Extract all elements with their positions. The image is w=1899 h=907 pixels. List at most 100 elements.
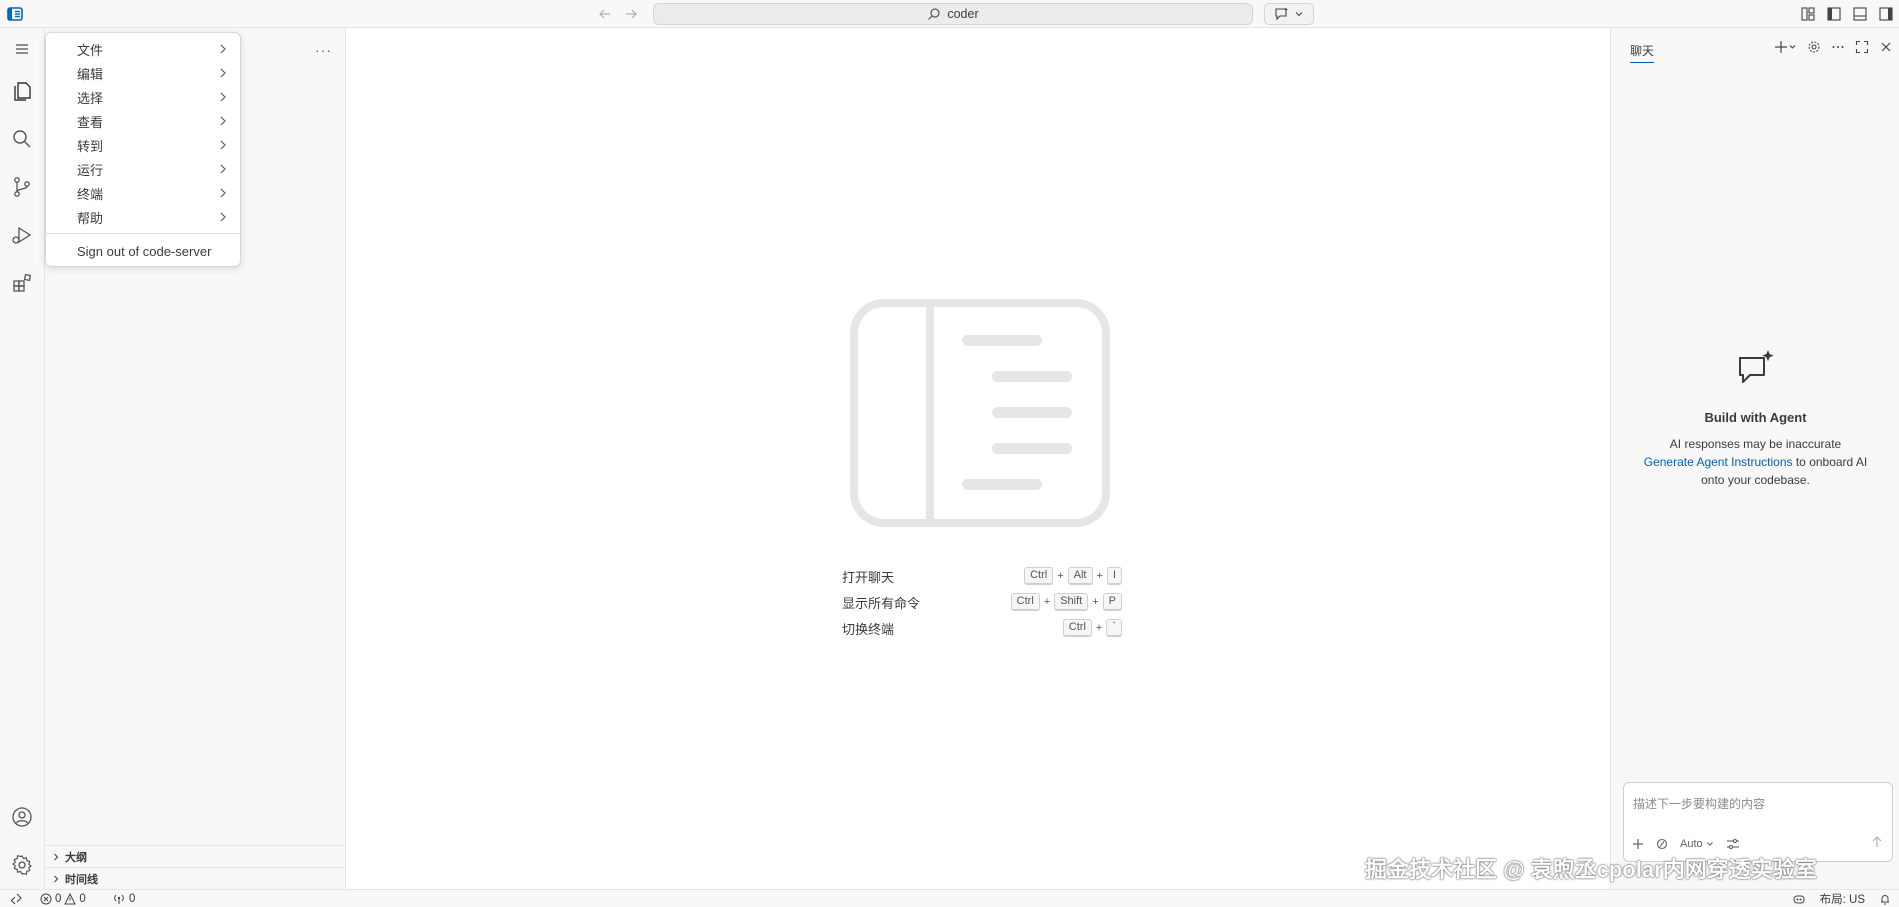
chat-toggle-button[interactable]: [1264, 3, 1314, 25]
chevron-right-icon: [218, 187, 228, 199]
maximize-icon[interactable]: [1855, 40, 1869, 54]
new-chat-icon[interactable]: [1775, 40, 1797, 54]
section-timeline[interactable]: 时间线: [45, 867, 346, 889]
chat-input-box[interactable]: 描述下一步要构建的内容 Auto: [1623, 782, 1893, 862]
editor-watermark-logo-icon: [850, 299, 1110, 527]
activity-bar: [0, 28, 45, 889]
kbd-plus: +: [1092, 596, 1099, 608]
menu-item-label: 选择: [77, 90, 104, 106]
chat-empty-line-rest: to onboard AI: [1792, 455, 1868, 469]
command-center-text: coder: [947, 7, 979, 21]
chevron-right-icon: [51, 874, 61, 884]
status-problems[interactable]: 0 0: [40, 890, 86, 907]
more-icon[interactable]: [1831, 40, 1845, 54]
account-icon[interactable]: [9, 804, 35, 830]
explorer-icon[interactable]: [9, 78, 35, 104]
chat-empty-title: Build with Agent: [1704, 410, 1807, 425]
chevron-right-icon: [218, 211, 228, 223]
configure-icon[interactable]: [1726, 838, 1740, 850]
search-icon: [927, 7, 941, 21]
chevron-right-icon: [218, 43, 228, 55]
shortcut-open-chat[interactable]: 打开聊天 Ctrl + Alt + I: [842, 563, 1122, 589]
add-context-icon[interactable]: [1632, 838, 1644, 850]
remote-icon[interactable]: [6, 891, 26, 907]
chat-icon: [1274, 6, 1290, 22]
settings-icon[interactable]: [9, 852, 35, 878]
kbd-key: Ctrl: [1010, 593, 1040, 611]
secondary-sidebar-toggle-icon[interactable]: [1877, 5, 1895, 23]
menu-item-label: Sign out of code-server: [77, 243, 212, 259]
section-outline[interactable]: 大纲: [45, 845, 346, 867]
menu-item-go[interactable]: 转到: [46, 133, 242, 157]
menu-item-terminal[interactable]: 终端: [46, 181, 242, 205]
shortcut-show-commands[interactable]: 显示所有命令 Ctrl + Shift + P: [842, 589, 1122, 615]
copilot-icon[interactable]: [1792, 893, 1806, 905]
command-center-search[interactable]: coder: [653, 3, 1253, 25]
shortcut-keys: Ctrl + `: [1062, 619, 1122, 637]
layout-controls: [1799, 5, 1895, 23]
shortcut-label: 显示所有命令: [842, 595, 921, 611]
warning-icon: [64, 893, 77, 905]
chat-actions: [1775, 40, 1893, 54]
mode-picker[interactable]: Auto: [1680, 838, 1714, 850]
status-right: 布局: US: [1792, 890, 1891, 907]
layout-icon[interactable]: [1799, 5, 1817, 23]
panel-toggle-icon[interactable]: [1851, 5, 1869, 23]
shortcut-label: 切换终端: [842, 621, 895, 637]
app-logo-icon[interactable]: [6, 5, 24, 23]
chat-empty-line: AI responses may be inaccurate: [1669, 437, 1842, 451]
close-icon[interactable]: [1879, 40, 1893, 54]
menu-item-selection[interactable]: 选择: [46, 85, 242, 109]
menu-icon[interactable]: [9, 36, 35, 62]
source-control-icon[interactable]: [9, 174, 35, 200]
chat-input-placeholder: 描述下一步要构建的内容: [1633, 797, 1766, 811]
tools-icon[interactable]: [1656, 838, 1668, 850]
gear-icon[interactable]: [1807, 40, 1821, 54]
run-debug-icon[interactable]: [9, 222, 35, 248]
kbd-key: Shift: [1054, 593, 1089, 611]
error-icon: [40, 893, 52, 905]
extensions-icon[interactable]: [9, 270, 35, 296]
shortcut-keys: Ctrl + Shift + P: [1010, 593, 1122, 611]
editor-area: 打开聊天 Ctrl + Alt + I 显示所有命令 Ctrl + Shift …: [346, 28, 1610, 889]
status-ports[interactable]: 0: [112, 890, 135, 907]
arrow-right-icon[interactable]: [622, 5, 640, 23]
sidebar-toggle-icon[interactable]: [1825, 5, 1843, 23]
menu-item-file[interactable]: 文件: [46, 37, 242, 61]
shortcut-toggle-terminal[interactable]: 切换终端 Ctrl + `: [842, 615, 1122, 641]
chat-input-toolbar: Auto: [1632, 835, 1884, 853]
search-icon[interactable]: [9, 126, 35, 152]
chat-empty-line: Generate Agent Instructions to onboard A…: [1611, 453, 1899, 471]
tab-chat[interactable]: 聊天: [1630, 42, 1655, 63]
arrow-left-icon[interactable]: [596, 5, 614, 23]
menu-item-edit[interactable]: 编辑: [46, 61, 242, 85]
chat-panel: 聊天 Build with Agent AI responses may be …: [1610, 28, 1899, 889]
bell-icon[interactable]: [1879, 893, 1891, 905]
more-actions-icon[interactable]: ···: [315, 42, 332, 58]
chevron-right-icon: [218, 67, 228, 79]
menu-item-label: 查看: [77, 114, 104, 130]
menu-item-label: 编辑: [77, 66, 104, 82]
kbd-plus: +: [1043, 596, 1051, 608]
menu-item-label: 终端: [77, 186, 104, 202]
status-bar: 0 0 0 布局: US: [0, 889, 1899, 907]
kbd-key: Ctrl: [1024, 567, 1054, 585]
send-icon[interactable]: [1870, 835, 1884, 849]
watermark-text: 掘金技术社区 @ 袁煦丞cpolar内网穿透实验室: [1365, 857, 1817, 882]
menu-item-view[interactable]: 查看: [46, 109, 242, 133]
menu-item-sign-out[interactable]: Sign out of code-server: [46, 239, 242, 263]
keyboard-layout[interactable]: 布局: US: [1820, 891, 1865, 907]
menu-item-label: 帮助: [77, 210, 104, 226]
chat-sparkle-icon: [1734, 348, 1778, 392]
menu-item-run[interactable]: 运行: [46, 157, 242, 181]
chat-empty-state: Build with Agent AI responses may be ina…: [1611, 348, 1899, 489]
kbd-key: P: [1102, 593, 1122, 611]
shortcut-keys: Ctrl + Alt + I: [1024, 567, 1122, 585]
mode-label: Auto: [1680, 838, 1703, 850]
generate-instructions-link[interactable]: Generate Agent Instructions: [1644, 455, 1793, 469]
error-count: 0: [55, 893, 62, 905]
broadcast-icon: [112, 893, 126, 905]
chevron-right-icon: [218, 163, 228, 175]
menu-item-help[interactable]: 帮助: [46, 205, 242, 229]
section-label: 大纲: [65, 851, 87, 864]
